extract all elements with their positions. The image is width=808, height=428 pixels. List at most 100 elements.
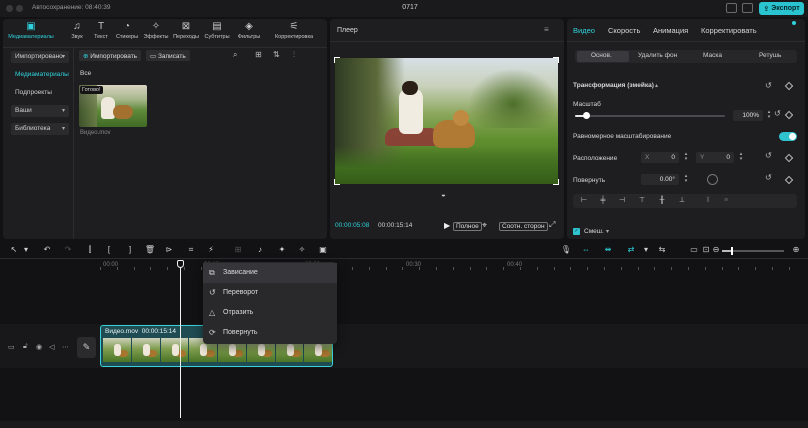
rotate-stepper-icon[interactable]: ▴ ▾	[683, 174, 689, 185]
delete-icon[interactable]: 🗑︎	[144, 244, 156, 256]
align-top-icon[interactable]: ⊤	[637, 197, 647, 205]
microphone-icon[interactable]: 🎙︎	[560, 244, 572, 256]
tab-media[interactable]: ▣ Медиаматериалы	[7, 21, 55, 45]
record-button[interactable]: ▭ Записать	[146, 50, 190, 61]
more-tools-icon[interactable]: ▣	[317, 244, 329, 256]
sidebar-item-4[interactable]: Библиотека ▾	[11, 123, 69, 135]
inspector-tab-1[interactable]: Скорость	[608, 26, 640, 35]
quality-button[interactable]: Полное	[453, 222, 482, 231]
menu-icon[interactable]: ≡	[544, 25, 549, 34]
visibility-icon[interactable]: ◉	[36, 343, 42, 351]
export-button[interactable]: ⇪ Экспорт	[759, 2, 804, 15]
playhead-line[interactable]	[180, 262, 181, 418]
link-snap-icon[interactable]: ⇹	[602, 244, 614, 256]
crop-icon[interactable]: ⌖	[482, 220, 487, 231]
subtab-retouch[interactable]: Ретушь	[759, 52, 781, 59]
rotate-value[interactable]: 0.00°	[641, 174, 679, 185]
more-icon[interactable]: ⋯	[62, 343, 69, 351]
zoom-slider[interactable]	[722, 247, 784, 255]
media-thumbnail[interactable]: Готово!	[79, 85, 147, 127]
scale-stepper-icon[interactable]: ▴ ▾	[766, 110, 772, 121]
subtab-basic[interactable]: Основ.	[591, 52, 612, 59]
inspector-tab-2[interactable]: Анимация	[653, 26, 688, 35]
select-cursor-icon[interactable]: ↖	[8, 244, 20, 256]
lock-icon[interactable]: 🔓︎	[23, 343, 28, 351]
inspector-tab-0[interactable]: Видео	[573, 26, 595, 35]
rotate-dial-icon[interactable]	[707, 174, 718, 185]
tab-sticker[interactable]: ◔ Стикеры	[113, 21, 141, 45]
align-left-icon[interactable]: ⊢	[579, 197, 589, 205]
speed-icon[interactable]: ⚡︎	[205, 244, 217, 256]
tab-sparkle[interactable]: ✧ Эффекты	[142, 21, 170, 45]
zoom-slider-knob[interactable]	[731, 247, 734, 255]
tab-transition[interactable]: ⊠ Переходы	[172, 21, 200, 45]
close-window-icon[interactable]	[6, 5, 13, 12]
menu-item-reverse[interactable]: ↺ Переворот	[203, 283, 337, 303]
distribute-h-icon[interactable]: ⫴	[703, 197, 713, 205]
chevron-up-icon[interactable]: ▴	[655, 82, 658, 89]
position-reset-icon[interactable]: ↺	[765, 151, 772, 160]
layout-icon[interactable]	[726, 3, 737, 13]
marker-icon[interactable]: ⊳	[163, 244, 175, 256]
position-y-field[interactable]: Y 0	[696, 152, 734, 163]
minimize-window-icon[interactable]	[16, 5, 23, 12]
scale-value[interactable]: 100%	[733, 110, 763, 121]
crop-tool-icon[interactable]: ⌗	[185, 244, 197, 256]
link-chain-icon[interactable]: ⇄	[625, 244, 637, 256]
distribute-v-icon[interactable]: ≡	[721, 197, 731, 205]
chevron-down-icon[interactable]: ▾	[20, 244, 32, 256]
menu-item-rotate[interactable]: ⟳ Повернуть	[203, 323, 337, 343]
freeze-tool-icon[interactable]: ⊞	[232, 244, 244, 256]
rotate-view-icon[interactable]: ◒	[441, 190, 446, 199]
zoom-out-icon[interactable]: ⊖	[710, 244, 722, 256]
subtab-mask[interactable]: Маска	[703, 52, 722, 59]
reset-icon[interactable]: ↺	[765, 81, 772, 90]
view-grid-icon[interactable]: ⊞	[255, 50, 262, 59]
chevron-down-icon[interactable]: ▾	[640, 244, 652, 256]
search-icon[interactable]: ⌕	[233, 50, 237, 60]
link-main-icon[interactable]: ⇔	[580, 244, 592, 256]
edit-cover-icon[interactable]: ✎	[77, 337, 96, 358]
redo-icon[interactable]: ↷	[62, 244, 74, 256]
menu-item-mirror[interactable]: △ Отразить	[203, 303, 337, 323]
uniform-scale-toggle[interactable]	[779, 132, 797, 141]
scale-slider[interactable]	[575, 112, 725, 119]
tab-filter[interactable]: ◈ Фильтры	[235, 21, 263, 45]
subtab-remove-bg[interactable]: Удалить фон	[638, 52, 677, 59]
ai-sparkle-icon[interactable]: ✧	[296, 244, 308, 256]
inspector-tab-3[interactable]: Корректировать	[701, 26, 757, 35]
video-preview[interactable]	[335, 58, 558, 184]
sidebar-item-3[interactable]: Ваши ▾	[11, 105, 69, 117]
align-center-h-icon[interactable]: ╪	[598, 197, 608, 205]
horizontal-scrollbar[interactable]	[0, 421, 808, 428]
screen-preview-icon[interactable]: ▭	[688, 244, 700, 256]
play-icon[interactable]: ▶	[444, 221, 450, 230]
align-bottom-icon[interactable]: ⊥	[677, 197, 687, 205]
ratio-button[interactable]: Соотн. сторон	[499, 222, 548, 231]
handle-top-right[interactable]	[553, 57, 559, 63]
undo-icon[interactable]: ↶	[41, 244, 53, 256]
sidebar-item-2[interactable]: Подпроекты	[11, 87, 69, 99]
blend-checkbox[interactable]: ✓	[573, 228, 580, 235]
sort-icon[interactable]: ⇅	[273, 50, 280, 59]
align-right-icon[interactable]: ⊣	[617, 197, 627, 205]
blend-chevron-icon[interactable]: ▾	[606, 228, 609, 235]
position-x-field[interactable]: X 0	[641, 152, 679, 163]
handle-bottom-right[interactable]	[553, 179, 559, 185]
sidebar-item-1[interactable]: Медиаматериалы	[11, 69, 69, 81]
tab-subtitles[interactable]: ▤ Субтитры	[203, 21, 231, 45]
track-cover-icon[interactable]: ▭	[8, 343, 15, 351]
tab-adjust[interactable]: ⚟ Корректировка	[268, 21, 320, 45]
link-preview-icon[interactable]: ⇆	[656, 244, 668, 256]
pos-x-stepper-icon[interactable]: ▴ ▾	[683, 152, 689, 163]
menu-item-freeze[interactable]: ⧉ Зависание	[203, 263, 337, 283]
window-icon[interactable]	[742, 3, 753, 13]
scale-slider-knob[interactable]	[582, 112, 590, 119]
rotate-reset-icon[interactable]: ↺	[765, 173, 772, 182]
import-button[interactable]: ⊕ Импортировать	[79, 50, 142, 61]
filter-icon[interactable]: ⫶	[293, 50, 295, 60]
scale-reset-icon[interactable]: ↺	[774, 109, 781, 118]
handle-top-left[interactable]	[334, 57, 340, 63]
trim-right-icon[interactable]: ]	[124, 244, 136, 256]
audio-icon[interactable]: ◁	[49, 343, 54, 351]
